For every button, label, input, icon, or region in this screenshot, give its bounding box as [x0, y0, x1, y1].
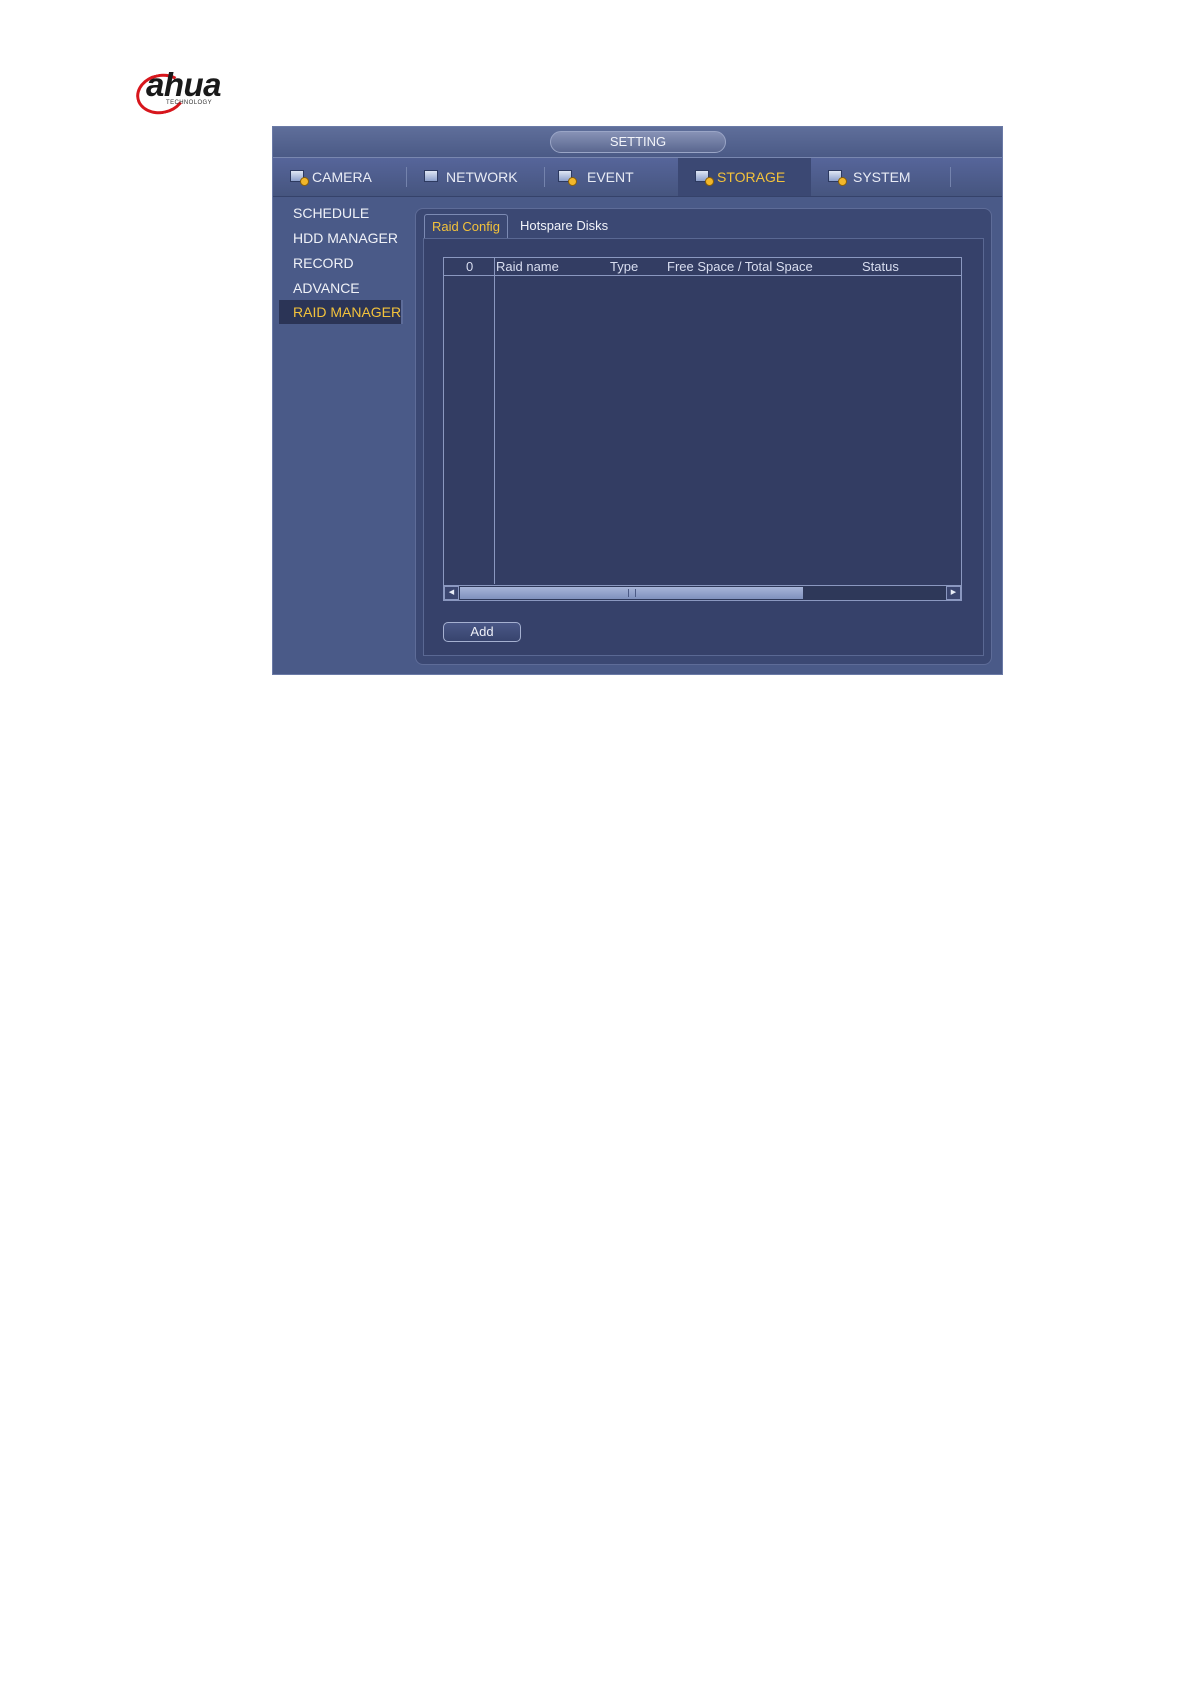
tab-event-label: EVENT [587, 169, 634, 185]
dahua-logo: ahua TECHNOLOGY [132, 66, 260, 119]
network-icon [423, 168, 443, 186]
column-header-raid-name[interactable]: Raid name [496, 258, 559, 275]
system-icon [827, 168, 847, 186]
logo-wordmark: ahua [146, 66, 222, 103]
tab-network-label: NETWORK [446, 169, 518, 185]
column-header-status[interactable]: Status [862, 258, 899, 275]
column-divider [494, 258, 495, 584]
sidebar-item-raid-manager[interactable]: RAID MANAGER [279, 300, 403, 324]
camera-settings-icon [289, 168, 309, 186]
add-button[interactable]: Add [443, 622, 521, 642]
tab-hotspare-disks[interactable]: Hotspare Disks [513, 214, 615, 238]
tab-raid-config[interactable]: Raid Config [424, 214, 508, 238]
raid-manager-panel: Raid Config Hotspare Disks 0 Raid name T… [415, 208, 992, 665]
sidebar: SCHEDULE HDD MANAGER RECORD ADVANCE RAID… [273, 197, 403, 675]
tab-event[interactable]: EVENT [557, 158, 667, 196]
title-bar: SETTING [273, 127, 1002, 157]
tab-camera[interactable]: CAMERA [289, 158, 401, 196]
sidebar-item-record[interactable]: RECORD [279, 251, 403, 275]
settings-window: SETTING CAMERA NETWORK EVENT STORAGE SYS… [272, 126, 1003, 675]
tab-system[interactable]: SYSTEM [827, 158, 947, 196]
event-icon [557, 168, 577, 186]
tab-separator [406, 167, 407, 187]
scroll-right-icon[interactable]: ▶ [946, 586, 961, 600]
tab-camera-label: CAMERA [312, 169, 372, 185]
tab-network[interactable]: NETWORK [423, 158, 541, 196]
tab-storage[interactable]: STORAGE [678, 158, 811, 196]
tab-storage-label: STORAGE [717, 169, 786, 185]
sidebar-item-hdd-manager[interactable]: HDD MANAGER [279, 226, 403, 250]
logo-letters-hua: hua [163, 66, 222, 103]
column-header-space[interactable]: Free Space / Total Space [667, 258, 813, 275]
table-header: 0 Raid name Type Free Space / Total Spac… [444, 258, 961, 276]
raid-config-content: 0 Raid name Type Free Space / Total Spac… [423, 238, 984, 656]
logo-letter-a: a [146, 66, 164, 103]
scrollbar-thumb[interactable] [460, 587, 803, 599]
tab-separator [950, 167, 951, 187]
sidebar-item-advance[interactable]: ADVANCE [279, 276, 403, 300]
tab-system-label: SYSTEM [853, 169, 911, 185]
column-header-type[interactable]: Type [610, 258, 638, 275]
window-title: SETTING [550, 131, 726, 153]
raid-table: 0 Raid name Type Free Space / Total Spac… [443, 257, 962, 601]
tab-separator [544, 167, 545, 187]
sidebar-item-schedule[interactable]: SCHEDULE [279, 201, 403, 225]
logo-tagline: TECHNOLOGY [166, 100, 213, 106]
storage-icon [694, 168, 714, 186]
grip-icon [628, 589, 636, 597]
scroll-left-icon[interactable]: ◀ [444, 586, 459, 600]
horizontal-scrollbar[interactable]: ◀ ▶ [444, 585, 961, 600]
main-tab-bar: CAMERA NETWORK EVENT STORAGE SYSTEM [273, 157, 1002, 197]
column-header-index[interactable]: 0 [466, 258, 473, 275]
